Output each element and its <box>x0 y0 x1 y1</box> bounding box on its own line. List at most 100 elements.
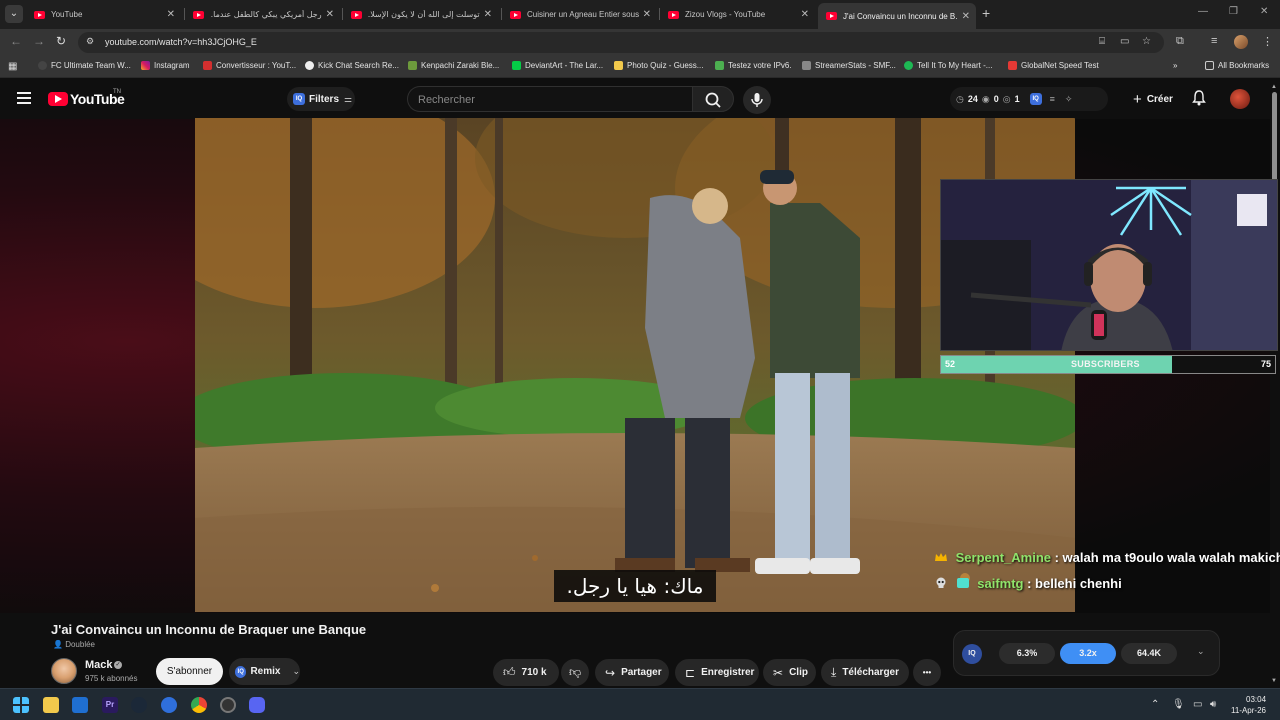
bookmark-item[interactable]: StreamerStats - SMF... <box>802 61 896 70</box>
account-avatar[interactable] <box>1230 89 1250 109</box>
search-button[interactable] <box>692 86 734 112</box>
file-explorer-icon[interactable] <box>43 697 59 713</box>
remix-button[interactable]: IQ Remix ⌄ <box>229 658 300 685</box>
apps-grid-icon[interactable]: ▦ <box>8 61 17 72</box>
bookmark-item[interactable]: Kick Chat Search Re... <box>305 61 399 70</box>
create-button[interactable]: + Créer <box>1122 87 1184 111</box>
share-button[interactable]: ↪ Partager <box>595 659 669 686</box>
close-tab-icon[interactable]: ✕ <box>643 9 651 20</box>
like-button[interactable]: 👍︎ 710 k <box>493 659 559 686</box>
bookmark-item[interactable]: Photo Quiz - Guess... <box>614 61 703 70</box>
bookmark-item[interactable]: Kenpachi Zaraki Ble... <box>408 61 499 70</box>
search-icon <box>705 92 721 108</box>
page-scrollbar-thumb[interactable] <box>1272 92 1277 182</box>
close-tab-icon[interactable]: ✕ <box>962 11 970 22</box>
guide-menu-icon[interactable] <box>17 92 31 104</box>
close-tab-icon[interactable]: ✕ <box>801 9 809 20</box>
steam-icon[interactable] <box>131 697 147 713</box>
reload-icon[interactable]: ↻ <box>56 34 66 48</box>
like-count: 710 k <box>521 667 547 678</box>
media-controls-icon[interactable]: ≡ <box>1211 35 1217 47</box>
translate-icon[interactable]: ⌸ <box>1099 36 1105 47</box>
discord-icon[interactable] <box>249 697 265 713</box>
voice-search-button[interactable] <box>743 86 771 114</box>
clock-time[interactable]: 03:04 <box>1246 695 1266 704</box>
iq-extension-icon[interactable]: IQ <box>1029 93 1042 105</box>
back-icon[interactable]: ← <box>10 34 22 48</box>
bookmark-item[interactable]: DeviantArt - The Lar... <box>512 61 603 70</box>
site-info-icon[interactable]: ⚙ <box>86 36 98 48</box>
premiere-pro-icon[interactable]: Pr <box>102 697 118 713</box>
filters-button[interactable]: IQ Filters ⚌ <box>287 87 355 111</box>
close-tab-icon[interactable]: ✕ <box>167 9 175 20</box>
app-icon[interactable] <box>161 697 177 713</box>
channel-name[interactable]: Mack <box>85 659 113 671</box>
browser-tab[interactable]: YouTube ✕ <box>26 4 181 25</box>
bookmark-star-icon[interactable]: ☆ <box>1142 36 1151 47</box>
outlook-icon[interactable] <box>72 697 88 713</box>
volume-icon[interactable]: 🔊︎ <box>1210 699 1216 710</box>
extension-stats-bar[interactable]: ◷ 24 ◉ 0 ◎ 1 IQ ≡ ✧ <box>950 87 1108 111</box>
crown-badge-icon <box>935 553 947 561</box>
close-tab-icon[interactable]: ✕ <box>326 9 334 20</box>
profile-avatar[interactable] <box>1234 35 1248 49</box>
sparkle-icon[interactable]: ✧ <box>1065 94 1073 105</box>
bookmarks-overflow-icon[interactable]: » <box>1173 61 1177 70</box>
tab-search-button[interactable]: ⌄ <box>5 5 23 23</box>
close-tab-icon[interactable]: ✕ <box>484 9 492 20</box>
scroll-down-arrow-icon[interactable]: ▼ <box>1271 678 1277 684</box>
clock-date[interactable]: 11-Apr-26 <box>1231 706 1266 715</box>
iq-extension-icon: IQ <box>235 665 247 678</box>
cast-icon[interactable]: ▭ <box>1120 36 1129 47</box>
browser-tab[interactable]: Cuisiner un Agneau Entier sous... ✕ <box>502 4 657 25</box>
forward-icon[interactable]: → <box>33 34 45 48</box>
address-bar[interactable]: ⚙ youtube.com/watch?v=hh3JCjOHG_E ⌸ ▭ ☆ <box>78 32 1164 53</box>
all-bookmarks-item[interactable]: All Bookmarks <box>1205 61 1269 70</box>
channel-avatar[interactable] <box>51 658 77 684</box>
bookmark-item[interactable]: Instagram <box>141 61 190 70</box>
youtube-logo-icon[interactable] <box>48 92 68 106</box>
iq-logo-icon[interactable]: IQ <box>962 644 982 664</box>
browser-tab[interactable]: توسلت إلى الله أن لا يكون الإسلا... ✕ <box>343 4 498 25</box>
create-label: Créer <box>1146 93 1173 105</box>
microphone-tray-icon[interactable]: 🎙︎ <box>1172 699 1185 710</box>
notifications-bell-icon[interactable] <box>1192 90 1206 109</box>
windows-start-icon[interactable] <box>13 697 29 713</box>
maximize-icon[interactable]: ❐ <box>1229 6 1238 17</box>
download-button[interactable]: ⤓ Télécharger <box>821 659 909 686</box>
tray-overflow-icon[interactable]: ⌃ <box>1151 699 1159 710</box>
bookmark-item[interactable]: FC Ultimate Team W... <box>38 61 131 70</box>
subscriber-current: 52 <box>945 359 956 369</box>
stat-value: 24 <box>967 94 978 104</box>
browser-tab[interactable]: Zizou Vlogs - YouTube ✕ <box>660 4 815 25</box>
thumbs-down-icon: 👎︎ <box>569 665 582 679</box>
search-box[interactable] <box>407 86 692 112</box>
list-icon[interactable]: ≡ <box>1050 94 1055 104</box>
iq-stat-views[interactable]: 64.4K <box>1121 643 1177 664</box>
network-icon[interactable]: ▭ <box>1193 699 1202 710</box>
scroll-up-arrow-icon[interactable]: ▲ <box>1271 84 1277 90</box>
search-input[interactable] <box>418 92 678 107</box>
chrome-icon[interactable] <box>191 697 207 713</box>
obs-icon[interactable] <box>220 697 236 713</box>
clip-button[interactable]: ✂ Clip <box>763 659 816 686</box>
url-text[interactable]: youtube.com/watch?v=hh3JCjOHG_E <box>105 37 257 47</box>
bookmark-item[interactable]: Testez votre IPv6. <box>715 61 792 70</box>
bookmark-item[interactable]: Tell It To My Heart -... <box>904 61 992 70</box>
subscribe-button[interactable]: S'abonner <box>156 658 223 685</box>
save-button[interactable]: ⊏ Enregistrer <box>675 659 759 686</box>
dislike-button[interactable]: 👎︎ <box>561 659 589 686</box>
extensions-icon[interactable]: ⧉ <box>1176 35 1184 48</box>
iq-stat-engagement[interactable]: 6.3% <box>999 643 1055 664</box>
more-actions-button[interactable]: ••• <box>913 659 941 686</box>
iq-stat-multiplier[interactable]: 3.2x <box>1060 643 1116 664</box>
browser-tab-active[interactable]: J'ai Convaincu un Inconnu de B... ✕ <box>818 3 976 29</box>
minimize-icon[interactable]: — <box>1198 6 1208 17</box>
new-tab-button[interactable]: + <box>982 5 990 21</box>
bookmark-item[interactable]: Convertisseur : YouT... <box>203 61 296 70</box>
browser-menu-icon[interactable]: ⋮ <box>1262 35 1273 48</box>
close-window-icon[interactable]: ✕ <box>1260 6 1268 17</box>
bookmark-item[interactable]: GlobalNet Speed Test <box>1008 61 1099 70</box>
browser-tab[interactable]: رجل أمريكي يبكي كالطفل عندما... ✕ <box>185 4 340 25</box>
chevron-down-icon[interactable]: ⌄ <box>1197 646 1205 657</box>
